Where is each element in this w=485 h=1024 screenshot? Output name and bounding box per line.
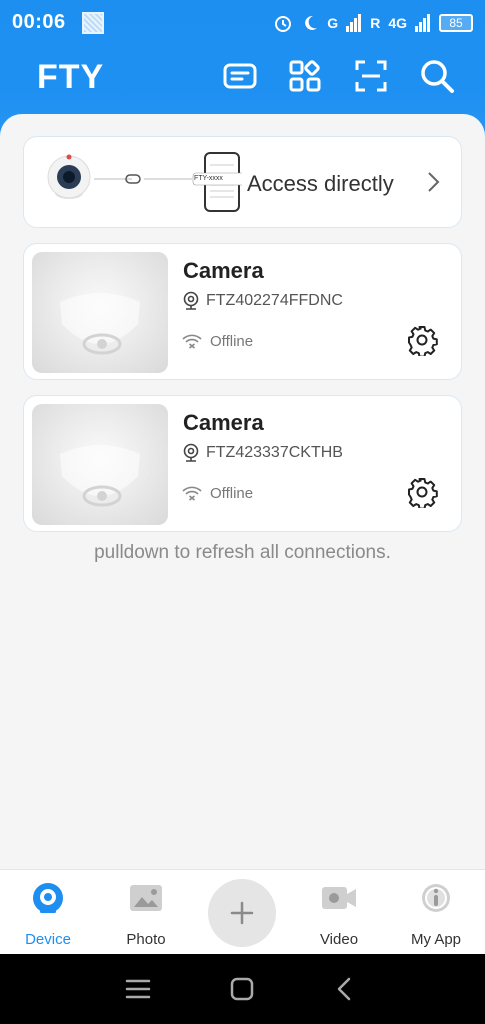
nav-photo[interactable]: Photo — [106, 878, 186, 950]
device-icon — [33, 883, 63, 913]
system-nav-bar — [0, 954, 485, 1024]
nav-video-label: Video — [319, 931, 359, 948]
info-icon — [422, 884, 450, 912]
battery-icon: 85 — [439, 14, 473, 32]
messages-button[interactable] — [220, 56, 260, 96]
ssid-text: FTY-xxxx — [194, 175, 223, 182]
camera-placeholder-icon — [60, 445, 140, 507]
notification-icon — [82, 12, 104, 34]
back-icon[interactable] — [332, 976, 360, 1002]
moon-icon — [305, 15, 318, 30]
nav-device[interactable]: Device — [8, 878, 88, 950]
signal-icon — [346, 14, 362, 32]
device-id: FTZ423337CKTHB — [206, 444, 343, 461]
webcam-icon — [183, 291, 199, 310]
gear-icon[interactable] — [406, 324, 438, 356]
list-card-icon — [223, 63, 257, 89]
search-button[interactable] — [417, 56, 457, 96]
wifi-off-icon — [182, 334, 202, 349]
device-status: Offline — [210, 333, 254, 350]
wifi-off-icon — [182, 486, 202, 501]
photo-icon — [130, 885, 162, 911]
alarm-icon — [275, 16, 292, 32]
nav-my-app[interactable]: My App — [396, 878, 476, 950]
status-time: 00:06 — [12, 11, 66, 33]
access-directly-label: Access directly — [247, 171, 394, 196]
menu-icon[interactable] — [124, 976, 152, 1002]
gear-icon[interactable] — [406, 476, 438, 508]
grid-button[interactable] — [285, 56, 325, 96]
camera-to-phone-illustration — [47, 152, 242, 212]
chevron-right-icon — [428, 172, 440, 192]
nav-video[interactable]: Video — [299, 878, 379, 950]
network-4g: 4G — [388, 15, 407, 31]
signal-icon-2 — [415, 14, 430, 32]
device-card[interactable]: Camera FTZ423337CKTHB Offline — [23, 395, 462, 532]
refresh-hint: pulldown to refresh all connections. — [94, 542, 391, 563]
search-icon — [421, 60, 454, 93]
webcam-icon — [183, 443, 199, 462]
grid-icon — [289, 60, 321, 92]
access-directly-card[interactable]: FTY-xxxx Access directly — [23, 136, 462, 228]
nav-device-label: Device — [25, 931, 71, 948]
status-indicators: G R 4G 85 — [273, 10, 473, 36]
scan-button[interactable] — [351, 56, 391, 96]
device-name: Camera — [183, 410, 264, 435]
nav-photo-label: Photo — [126, 931, 166, 948]
network-r: R — [370, 15, 381, 31]
app-title: FTY — [37, 58, 105, 96]
scan-icon — [355, 60, 387, 92]
camera-thumbnail — [32, 252, 168, 373]
camera-thumbnail — [32, 404, 168, 525]
home-icon[interactable] — [228, 976, 256, 1002]
device-id: FTZ402274FFDNC — [206, 292, 343, 309]
video-icon — [322, 887, 356, 909]
plus-icon — [230, 901, 254, 925]
camera-placeholder-icon — [60, 293, 140, 355]
nav-my-app-label: My App — [410, 931, 462, 948]
device-card[interactable]: Camera FTZ402274FFDNC Offline — [23, 243, 462, 380]
network-g: G — [327, 15, 339, 31]
status-bar: 00:06 G R 4G 85 — [0, 0, 485, 46]
add-device-button[interactable] — [208, 879, 276, 947]
device-status: Offline — [210, 485, 254, 502]
device-name: Camera — [183, 258, 264, 283]
